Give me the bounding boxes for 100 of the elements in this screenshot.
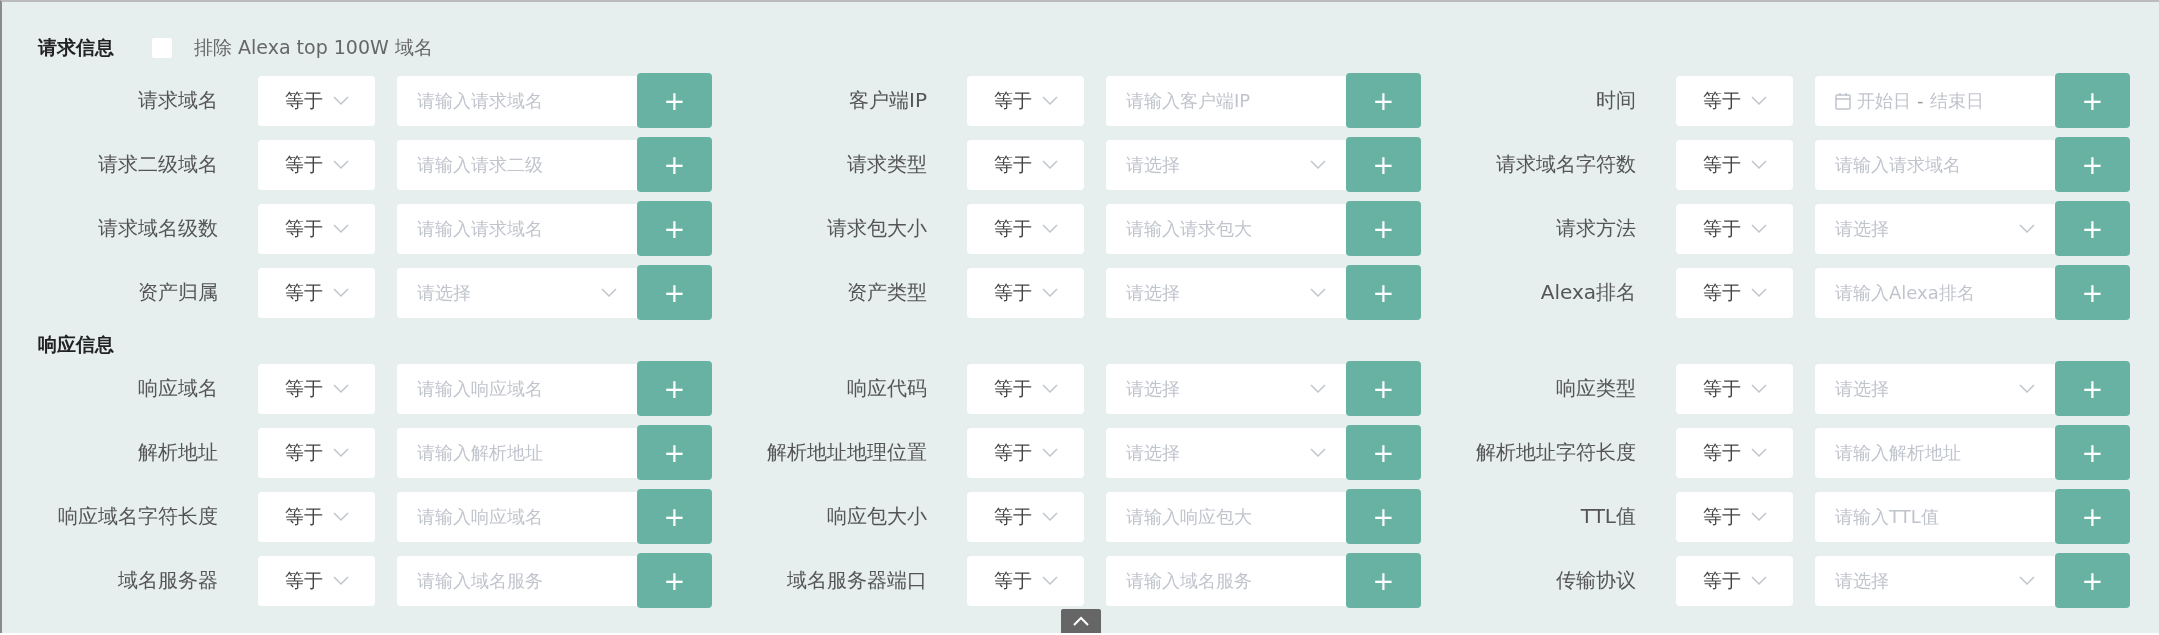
chevron-down-icon [1750,95,1767,106]
chevron-down-icon [1750,159,1767,170]
start-date-placeholder: 开始日 [1857,88,1911,113]
text-input[interactable]: 请输入域名服务 [1106,555,1346,606]
operator-select[interactable]: 等于 [967,203,1084,254]
operator-select[interactable]: 等于 [258,139,375,190]
field-label: 请求方法 [1555,215,1637,242]
operator-select[interactable]: 等于 [258,491,375,542]
add-button[interactable]: + [2055,489,2130,544]
value-select[interactable]: 请选择 [1106,363,1346,414]
add-button[interactable]: + [1346,201,1421,256]
text-input[interactable]: 请输入域名服务 [397,555,637,606]
operator-select[interactable]: 等于 [1676,363,1793,414]
chevron-down-icon [1310,287,1326,298]
value-select[interactable]: 请选择 [1106,267,1346,318]
operator-select[interactable]: 等于 [967,491,1084,542]
add-button[interactable]: + [637,425,712,480]
add-button[interactable]: + [2055,553,2130,608]
text-input[interactable]: 请输入解析地址 [1815,427,2055,478]
text-input[interactable]: 请输入响应包大 [1106,491,1346,542]
field-label: 请求包大小 [826,215,928,242]
value-select[interactable]: 请选择 [1106,139,1346,190]
text-input[interactable]: 请输入客户端IP [1106,75,1346,126]
add-button[interactable]: + [1346,553,1421,608]
operator-select[interactable]: 等于 [967,139,1084,190]
chevron-down-icon [1750,287,1767,298]
collapse-button[interactable] [1060,609,1101,633]
operator-select[interactable]: 等于 [967,363,1084,414]
value-select[interactable]: 请选择 [1815,555,2055,606]
field-label: 响应代码 [846,375,928,402]
text-input[interactable]: 请输入响应域名 [397,363,637,414]
add-button[interactable]: + [637,201,712,256]
text-input[interactable]: 请输入解析地址 [397,427,637,478]
value-select[interactable]: 请选择 [1815,203,2055,254]
operator-select[interactable]: 等于 [1676,555,1793,606]
operator-select[interactable]: 等于 [1676,267,1793,318]
add-button[interactable]: + [637,265,712,320]
value-select[interactable]: 请选择 [1106,427,1346,478]
operator-select[interactable]: 等于 [967,75,1084,126]
text-input[interactable]: 请输入请求域名 [1815,139,2055,190]
field-label: 解析地址 [137,439,219,466]
add-button[interactable]: + [637,489,712,544]
operator-select[interactable]: 等于 [1676,75,1793,126]
field-label: 请求二级域名 [97,151,219,178]
chevron-down-icon [332,287,349,298]
add-button[interactable]: + [637,137,712,192]
add-button[interactable]: + [1346,425,1421,480]
text-input[interactable]: 请输入请求域名 [397,203,637,254]
operator-select[interactable]: 等于 [258,555,375,606]
operator-select[interactable]: 等于 [967,555,1084,606]
operator-select[interactable]: 等于 [258,363,375,414]
operator-select[interactable]: 等于 [258,203,375,254]
text-input[interactable]: 请输入请求包大 [1106,203,1346,254]
field-label: 响应域名 [137,375,219,402]
field-label: 客户端IP [848,87,928,114]
add-button[interactable]: + [637,553,712,608]
add-button[interactable]: + [2055,137,2130,192]
text-input[interactable]: 请输入请求二级 [397,139,637,190]
add-button[interactable]: + [2055,361,2130,416]
operator-select[interactable]: 等于 [1676,203,1793,254]
add-button[interactable]: + [1346,73,1421,128]
operator-select[interactable]: 等于 [258,75,375,126]
field-label: TTL值 [1579,503,1637,530]
add-button[interactable]: + [637,361,712,416]
chevron-down-icon [2019,575,2035,586]
add-button[interactable]: + [2055,201,2130,256]
chevron-down-icon [1310,447,1326,458]
operator-select[interactable]: 等于 [1676,427,1793,478]
operator-select[interactable]: 等于 [967,427,1084,478]
checkbox[interactable] [152,38,172,58]
add-button[interactable]: + [2055,425,2130,480]
add-button[interactable]: + [637,73,712,128]
add-button[interactable]: + [2055,73,2130,128]
text-input[interactable]: 请输入请求域名 [397,75,637,126]
chevron-down-icon [1041,575,1058,586]
text-input[interactable]: 请输入响应域名 [397,491,637,542]
chevron-down-icon [601,287,617,298]
add-button[interactable]: + [1346,265,1421,320]
field-label: 响应包大小 [826,503,928,530]
add-button[interactable]: + [2055,265,2130,320]
add-button[interactable]: + [1346,361,1421,416]
add-button[interactable]: + [1346,489,1421,544]
field-label: 资产归属 [137,279,219,306]
operator-select[interactable]: 等于 [1676,491,1793,542]
chevron-down-icon [1310,159,1326,170]
operator-select[interactable]: 等于 [258,267,375,318]
operator-select[interactable]: 等于 [967,267,1084,318]
text-input[interactable]: 请输入Alexa排名 [1815,267,2055,318]
value-select[interactable]: 请选择 [397,267,637,318]
value-select[interactable]: 请选择 [1815,363,2055,414]
add-button[interactable]: + [1346,137,1421,192]
chevron-down-icon [332,575,349,586]
operator-select[interactable]: 等于 [258,427,375,478]
chevron-down-icon [1041,159,1058,170]
chevron-up-icon [1072,616,1089,626]
field-label: 请求类型 [846,151,928,178]
field-label: 请求域名级数 [97,215,219,242]
text-input[interactable]: 请输入TTL值 [1815,491,2055,542]
date-range-field[interactable]: 开始日 - 结束日 [1815,75,2055,126]
operator-select[interactable]: 等于 [1676,139,1793,190]
